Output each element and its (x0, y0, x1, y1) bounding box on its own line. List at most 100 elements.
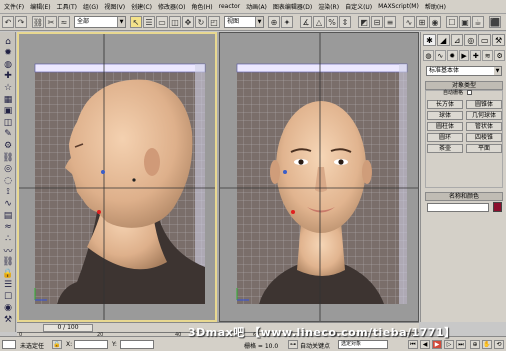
zoom-icon[interactable]: ⊕ (470, 340, 480, 349)
bind-spacewarp-icon[interactable]: ≈ (58, 16, 70, 28)
modify-tab-icon[interactable]: ◢ (436, 34, 450, 46)
prev-frame-icon[interactable]: ◀ (420, 340, 430, 349)
wave-icon[interactable]: 〰 (2, 245, 14, 257)
select-move-icon[interactable]: ✥ (182, 16, 194, 28)
ref-coord-dropdown[interactable]: 视图 ▼ (224, 16, 264, 28)
select-object-icon[interactable]: ↖ (130, 16, 142, 28)
goto-start-icon[interactable]: ⏮ (408, 340, 418, 349)
particle-icon[interactable]: ∴ (2, 233, 14, 244)
pivot-marker-front-blue[interactable] (283, 170, 287, 174)
object-name-field[interactable] (427, 203, 489, 212)
time-slider[interactable]: 0 / 100 (43, 324, 93, 332)
cloth-icon[interactable]: ▤ (2, 210, 14, 221)
selected-dropdown[interactable]: 选定对象 (338, 340, 388, 349)
object-color-swatch[interactable] (493, 202, 502, 212)
helper-icon[interactable]: ✚ (2, 71, 14, 82)
create-tab-icon[interactable]: ✱ (423, 34, 436, 46)
menu-item[interactable]: 组(G) (80, 2, 101, 11)
select-manipulate-icon[interactable]: ✦ (281, 16, 293, 28)
lock-selection-icon[interactable]: 🔒 (52, 340, 62, 349)
x-coord-field[interactable] (74, 340, 108, 349)
layer-icon[interactable]: ☰ (2, 280, 14, 291)
curve-editor-icon[interactable]: ∿ (403, 16, 415, 28)
object-type-button[interactable]: 茶壶 (427, 144, 463, 153)
display-tab-icon[interactable]: ▭ (478, 34, 492, 46)
menu-item[interactable]: 角色(H) (188, 2, 215, 11)
material-editor-icon[interactable]: ◉ (429, 16, 441, 28)
window-crossing-icon[interactable]: ◫ (169, 16, 181, 28)
pan-icon[interactable]: ✋ (482, 340, 492, 349)
select-scale-icon[interactable]: ◰ (208, 16, 220, 28)
pivot-center-icon[interactable]: ⊕ (268, 16, 280, 28)
schematic-view-icon[interactable]: ⊞ (416, 16, 428, 28)
orbit-icon[interactable]: ⟲ (494, 340, 504, 349)
pivot-marker-blue[interactable] (101, 170, 105, 174)
camera-icon[interactable]: ⌂ (2, 36, 14, 47)
hierarchy-tab-icon[interactable]: ⊿ (450, 34, 464, 46)
redo-icon[interactable]: ↷ (15, 16, 27, 28)
cameras-icon[interactable]: ▶ (458, 50, 470, 61)
object-type-button[interactable]: 球体 (427, 111, 463, 120)
wrench-icon[interactable]: ✎ (2, 129, 14, 140)
object-type-button[interactable]: 圆柱体 (427, 122, 463, 131)
hair-icon[interactable]: ≈ (2, 222, 14, 233)
spline-icon[interactable]: ∿ (2, 198, 14, 209)
star-icon[interactable]: ☆ (2, 82, 14, 93)
goto-end-icon[interactable]: ⏭ (456, 340, 466, 349)
cylinder-icon[interactable]: ◫ (2, 117, 14, 128)
link-icon[interactable]: ⛓ (32, 16, 44, 28)
autokey-label[interactable]: 自动关键点 (300, 341, 330, 350)
material-icon[interactable]: ◉ (2, 303, 14, 314)
spacewarps-icon[interactable]: ≋ (482, 50, 494, 61)
menu-item[interactable]: 视图(V) (101, 2, 128, 11)
menu-item[interactable]: 帮助(H) (422, 2, 449, 11)
autogrid-checkbox[interactable] (467, 90, 473, 95)
unlink-icon[interactable]: ✂ (45, 16, 57, 28)
pivot-marker-front-red[interactable] (291, 210, 295, 214)
maxscript-listener-field[interactable] (2, 340, 16, 349)
quick-render-icon[interactable]: ☕ (472, 16, 484, 28)
object-type-button[interactable]: 管状体 (466, 122, 502, 131)
primitive-type-dropdown[interactable]: 标准基本体 ▼ (426, 66, 502, 76)
menu-item[interactable]: 创建(C) (128, 2, 155, 11)
geometry-icon[interactable]: ◍ (423, 50, 434, 61)
play-icon[interactable]: ▶ (432, 340, 442, 349)
next-frame-icon[interactable]: ▷ (444, 340, 454, 349)
menu-item[interactable]: 自定义(U) (342, 2, 375, 11)
autogrid-option[interactable]: 自动栅格 (443, 89, 473, 96)
menu-item[interactable]: MAXScript(M) (375, 3, 422, 10)
target-icon[interactable]: ◎ (2, 164, 14, 175)
front-viewport[interactable] (219, 32, 419, 322)
y-coord-field[interactable] (120, 340, 154, 349)
tube-icon[interactable]: ◌ (2, 175, 14, 186)
spinner-snap-icon[interactable]: ⇕ (339, 16, 351, 28)
object-type-button[interactable]: 长方体 (427, 100, 463, 109)
name-color-rollout-header[interactable]: 名称和颜色 (425, 192, 503, 201)
menu-item[interactable]: 文件(F) (1, 2, 27, 11)
align-icon[interactable]: ⊟ (371, 16, 383, 28)
link-icon[interactable]: ⛓ (2, 152, 14, 163)
undo-icon[interactable]: ↶ (2, 16, 14, 28)
render-setup-icon[interactable]: ☐ (446, 16, 458, 28)
menu-item[interactable]: reactor (216, 3, 244, 10)
pivot-marker-red[interactable] (97, 210, 101, 214)
mirror-icon[interactable]: ◩ (358, 16, 370, 28)
menu-item[interactable]: 图表编辑器(D) (270, 2, 315, 11)
object-type-button[interactable]: 圆锥体 (466, 100, 502, 109)
render-frame-icon[interactable]: ▣ (459, 16, 471, 28)
hammer-icon[interactable]: ⚒ (2, 314, 14, 325)
rect-selection-icon[interactable]: ▭ (156, 16, 168, 28)
object-type-button[interactable]: 平面 (466, 144, 502, 153)
object-type-button[interactable]: 圆环 (427, 133, 463, 142)
lock-icon[interactable]: 🔒 (2, 268, 14, 279)
chain-icon[interactable]: ⛓ (2, 256, 14, 267)
menu-item[interactable]: 动画(A) (243, 2, 270, 11)
utilities-tab-icon[interactable]: ⚒ (492, 34, 505, 46)
layer-manager-icon[interactable]: ≡ (384, 16, 396, 28)
sphere-icon[interactable]: ◍ (2, 59, 14, 70)
object-type-button[interactable]: 几何球体 (466, 111, 502, 120)
shapes-icon[interactable]: ∿ (434, 50, 446, 61)
left-viewport[interactable] (17, 32, 217, 322)
gear-icon[interactable]: ⚙ (2, 140, 14, 151)
light-icon[interactable]: ✹ (2, 48, 14, 59)
